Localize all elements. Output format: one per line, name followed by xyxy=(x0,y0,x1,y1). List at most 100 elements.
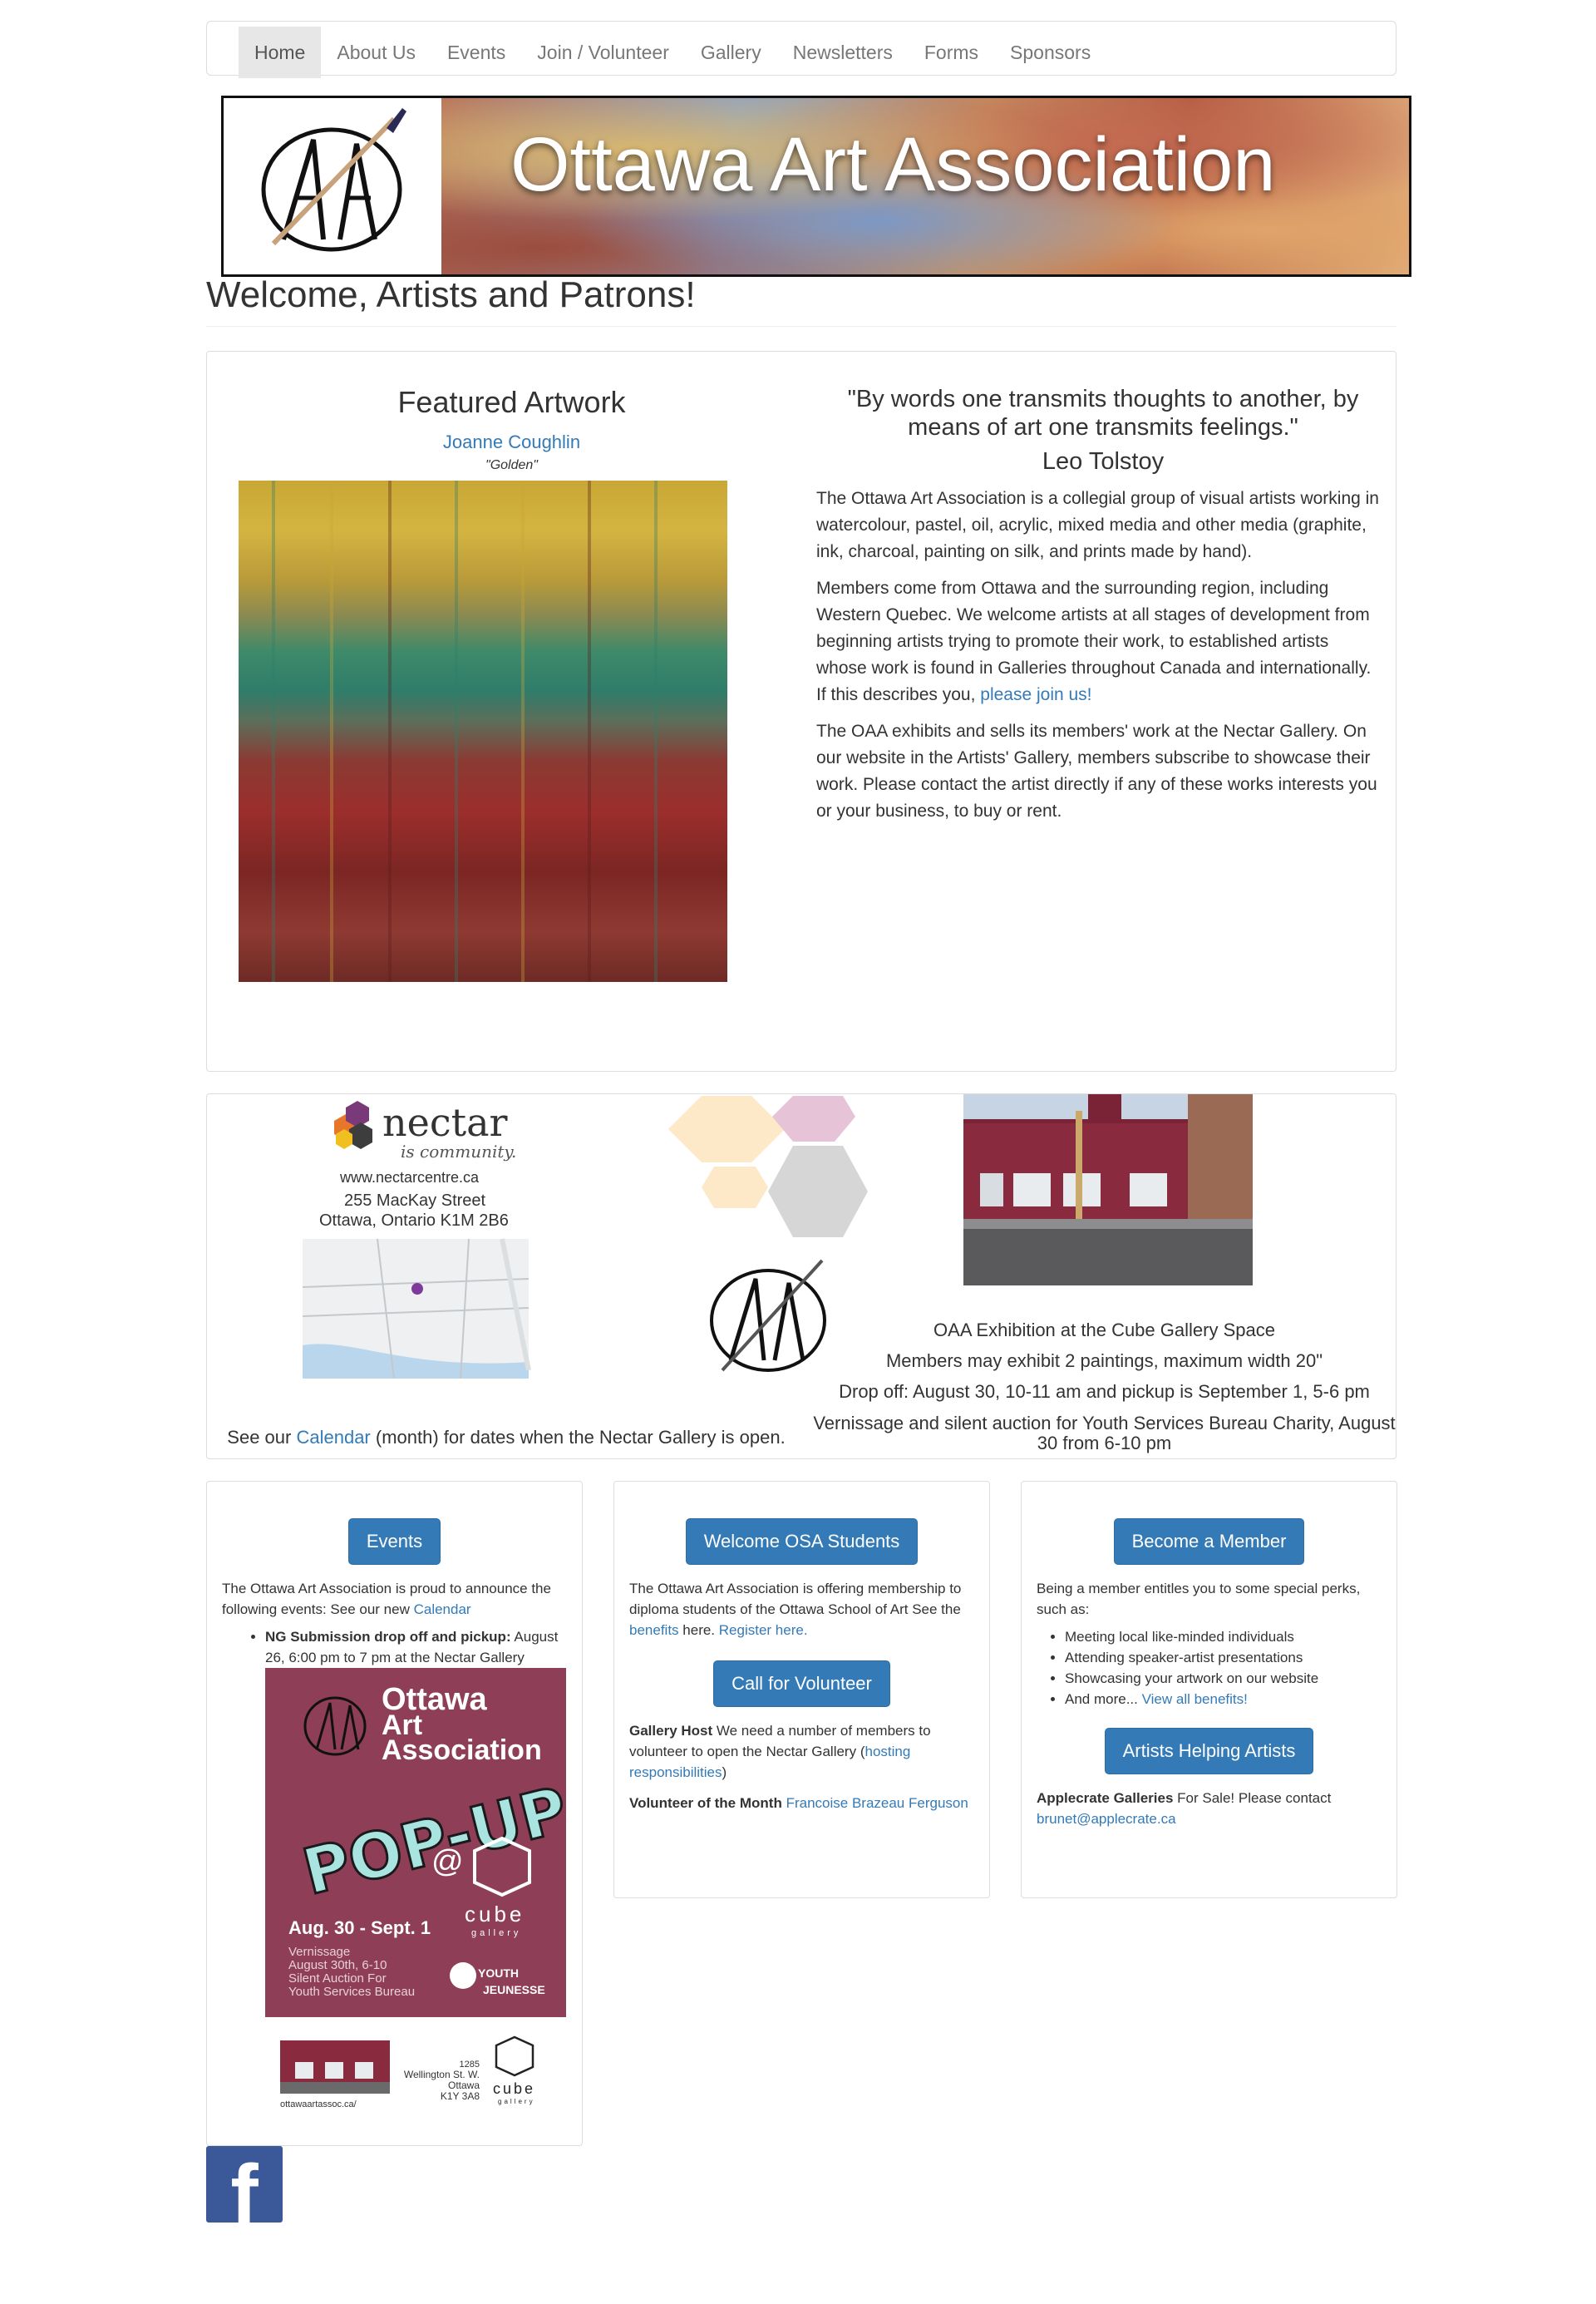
member-button-row: Become a Member xyxy=(1022,1518,1396,1565)
nectar-caption: See our Calendar (month) for dates when … xyxy=(207,1427,805,1448)
member-intro: Being a member entitles you to some spec… xyxy=(1037,1581,1361,1617)
osa-button-row: Welcome OSA Students xyxy=(614,1518,989,1565)
osa-text-intro: The Ottawa Art Association is offering m… xyxy=(629,1581,962,1617)
featured-heading: Featured Artwork xyxy=(397,385,626,419)
cube-line-1: OAA Exhibition at the Cube Gallery Space xyxy=(933,1320,1275,1340)
poster-title-3: Association xyxy=(382,1734,542,1766)
member-more-text: And more... xyxy=(1065,1691,1138,1707)
events-panel: Events The Ottawa Art Association is pro… xyxy=(206,1481,583,2146)
about-paragraph-2-text: Members come from Ottawa and the surroun… xyxy=(816,579,1372,704)
poster-address-3: Ottawa xyxy=(448,2080,480,2091)
welcome-osa-button[interactable]: Welcome OSA Students xyxy=(685,1518,919,1565)
osa-text-mid: here. xyxy=(682,1622,716,1638)
nectar-brand: nectar xyxy=(382,1100,508,1145)
events-button[interactable]: Events xyxy=(347,1518,441,1565)
nav-about-us[interactable]: About Us xyxy=(321,27,431,78)
nav-sponsors[interactable]: Sponsors xyxy=(994,27,1106,78)
featured-art-title: "Golden" xyxy=(485,458,538,472)
artwork-streak xyxy=(388,481,392,982)
join-us-link[interactable]: please join us! xyxy=(980,685,1091,704)
member-perk: Attending speaker-artist presentations xyxy=(1065,1647,1382,1668)
cube-gallery-photo[interactable] xyxy=(963,1094,1253,1285)
about-section: "By words one transmits thoughts to anot… xyxy=(816,385,1382,835)
featured-artwork-section: Featured Artwork Joanne Coughlin "Golden… xyxy=(207,385,816,473)
volunteer-button-row: Call for Volunteer xyxy=(614,1660,989,1707)
poster-details-2: August 30th, 6-10 xyxy=(288,1958,387,1972)
event-item-title: NG Submission drop off and pickup: xyxy=(265,1629,511,1645)
osa-register-link[interactable]: Register here. xyxy=(719,1622,808,1638)
applecrate-text: Applecrate Galleries For Sale! Please co… xyxy=(1037,1788,1382,1829)
cube-logo-small-icon xyxy=(495,2035,534,2077)
events-calendar-link[interactable]: Calendar xyxy=(414,1601,471,1617)
page-title: Welcome, Artists and Patrons! xyxy=(206,274,696,315)
poster-footer: ottawaartassoc.ca/ 1285 Wellington St. W… xyxy=(280,2034,559,2125)
artwork-streak xyxy=(455,481,458,982)
osa-panel: Welcome OSA Students The Ottawa Art Asso… xyxy=(613,1481,990,1898)
nav-events[interactable]: Events xyxy=(431,27,521,78)
artwork-streak xyxy=(654,481,658,982)
nectar-panel: nectar is community. www.nectarcentre.ca… xyxy=(206,1093,1396,1459)
quote-text: "By words one transmits thoughts to anot… xyxy=(847,386,1359,441)
popup-poster[interactable]: Ottawa Art Association POP-UP @ cube gal… xyxy=(265,1668,566,2017)
applecrate-email-link[interactable]: brunet@applecrate.ca xyxy=(1037,1811,1176,1827)
facebook-letter: f xyxy=(230,2148,259,2223)
become-member-button[interactable]: Become a Member xyxy=(1113,1518,1305,1565)
poster-dates: Aug. 30 - Sept. 1 xyxy=(288,1917,431,1938)
nav-list: Home About Us Events Join / Volunteer Ga… xyxy=(239,27,1396,78)
poster-cube: cube xyxy=(465,1902,525,1927)
events-list: NG Submission drop off and pickup: Augus… xyxy=(265,1626,567,1668)
cube-line-4: Vernissage and silent auction for Youth … xyxy=(813,1413,1396,1453)
poster-footer-cube-sub: gallery xyxy=(498,2098,535,2105)
poster-details-3: Silent Auction For xyxy=(288,1971,387,1986)
poster-site: ottawaartassoc.ca/ xyxy=(280,2099,357,2109)
nectar-street: 255 MacKay Street xyxy=(344,1191,486,1210)
banner-title: Ottawa Art Association xyxy=(510,122,1276,207)
poster-details-4: Youth Services Bureau xyxy=(288,1985,415,1999)
oaa-logo-icon xyxy=(224,98,441,274)
gallery-host-text: Gallery Host We need a number of members… xyxy=(629,1720,974,1783)
nectar-city: Ottawa, Ontario K1M 2B6 xyxy=(319,1211,509,1230)
calendar-link[interactable]: Calendar xyxy=(296,1427,370,1448)
artwork-streak xyxy=(272,481,275,982)
nectar-tagline: is community. xyxy=(401,1142,516,1162)
nav-newsletters[interactable]: Newsletters xyxy=(777,27,909,78)
event-item: NG Submission drop off and pickup: Augus… xyxy=(265,1626,567,1668)
cube-line-2: Members may exhibit 2 paintings, maximum… xyxy=(885,1350,1323,1371)
nectar-url: www.nectarcentre.ca xyxy=(339,1169,480,1186)
artwork-streak xyxy=(521,481,525,982)
site-banner[interactable]: Ottawa Art Association xyxy=(221,96,1411,277)
member-perk: Meeting local like-minded individuals xyxy=(1065,1626,1382,1647)
map-pin-icon xyxy=(411,1283,423,1295)
nav-join-volunteer[interactable]: Join / Volunteer xyxy=(521,27,685,78)
featured-artwork-image[interactable] xyxy=(239,481,727,982)
poster-address-2: Wellington St. W. xyxy=(404,2069,480,2080)
events-intro: The Ottawa Art Association is proud to a… xyxy=(222,1578,567,1620)
osa-benefits-link[interactable]: benefits xyxy=(629,1622,679,1638)
main-navbar: Home About Us Events Join / Volunteer Ga… xyxy=(206,21,1396,78)
poster-footer-cube: cube xyxy=(493,2080,535,2097)
nav-forms[interactable]: Forms xyxy=(909,27,994,78)
quote-author: Leo Tolstoy xyxy=(1042,448,1165,475)
applecrate-desc: For Sale! Please contact xyxy=(1177,1790,1332,1806)
applecrate-title: Applecrate Galleries xyxy=(1037,1790,1174,1806)
artists-helping-artists-button[interactable]: Artists Helping Artists xyxy=(1104,1728,1314,1774)
member-perk: Showcasing your artwork on our website xyxy=(1065,1668,1382,1689)
poster-youth: YOUTH xyxy=(478,1966,519,1980)
call-for-volunteer-button[interactable]: Call for Volunteer xyxy=(713,1660,890,1707)
nectar-caption-pre: See our xyxy=(227,1427,292,1448)
view-benefits-link[interactable]: View all benefits! xyxy=(1142,1691,1248,1707)
featured-artist-link[interactable]: Joanne Coughlin xyxy=(207,432,816,453)
votm-link[interactable]: Francoise Brazeau Ferguson xyxy=(786,1795,968,1811)
nav-gallery[interactable]: Gallery xyxy=(685,27,777,78)
facebook-icon[interactable]: f xyxy=(206,2146,283,2223)
cube-exhibition-info: OAA Exhibition at the Cube Gallery Space… xyxy=(811,1315,1397,1453)
aha-button-row: Artists Helping Artists xyxy=(1022,1728,1396,1774)
featured-panel: Featured Artwork Joanne Coughlin "Golden… xyxy=(206,351,1396,1072)
member-perk-more: And more... View all benefits! xyxy=(1065,1689,1382,1709)
member-panel: Become a Member Being a member entitles … xyxy=(1021,1481,1397,1898)
youth-logo-icon xyxy=(450,1962,476,1989)
gallery-host-close: ) xyxy=(722,1764,727,1780)
cube-line-3: Drop off: August 30, 10-11 am and pickup… xyxy=(839,1381,1370,1402)
nav-home[interactable]: Home xyxy=(239,27,322,78)
poster-cube-sub: gallery xyxy=(471,1928,521,1938)
